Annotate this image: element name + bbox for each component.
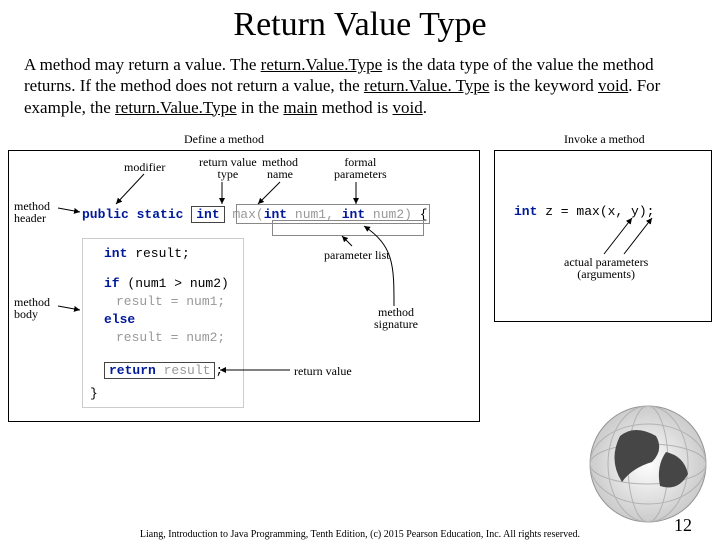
retval-label: return value <box>294 364 352 379</box>
retvaltype-label: return valuetype <box>199 156 257 180</box>
figure: Define a method Invoke a method modifier… <box>4 126 716 436</box>
methodheader-label: methodheader <box>14 200 50 224</box>
body-l6: return result; <box>104 362 223 379</box>
body-l2: if (num1 > num2) <box>104 276 229 291</box>
page-title: Return Value Type <box>0 6 720 44</box>
define-label: Define a method <box>184 132 264 147</box>
param-list-box <box>272 220 424 236</box>
invoke-label: Invoke a method <box>564 132 645 147</box>
methodname-label: methodname <box>262 156 298 180</box>
body-l4: else <box>104 312 135 327</box>
methodsig-label: methodsignature <box>374 306 418 330</box>
footer-text: Liang, Introduction to Java Programming,… <box>0 529 720 540</box>
body-l3: result = num1; <box>116 294 225 309</box>
invoke-box <box>494 150 712 322</box>
formalparams-label: formalparameters <box>334 156 387 180</box>
page-number: 12 <box>674 515 692 536</box>
body-l5: result = num2; <box>116 330 225 345</box>
body-l7: } <box>90 386 98 401</box>
actualparams-label: actual parameters(arguments) <box>564 256 648 280</box>
paramlist-label: parameter list <box>324 248 390 263</box>
body-l1: int result; <box>104 246 190 261</box>
methodbody-label: methodbody <box>14 296 50 320</box>
invoke-code: int z = max(x, y); <box>514 204 654 219</box>
body-paragraph: A method may return a value. The return.… <box>24 54 696 118</box>
define-box <box>8 150 480 422</box>
modifier-label: modifier <box>124 160 165 175</box>
